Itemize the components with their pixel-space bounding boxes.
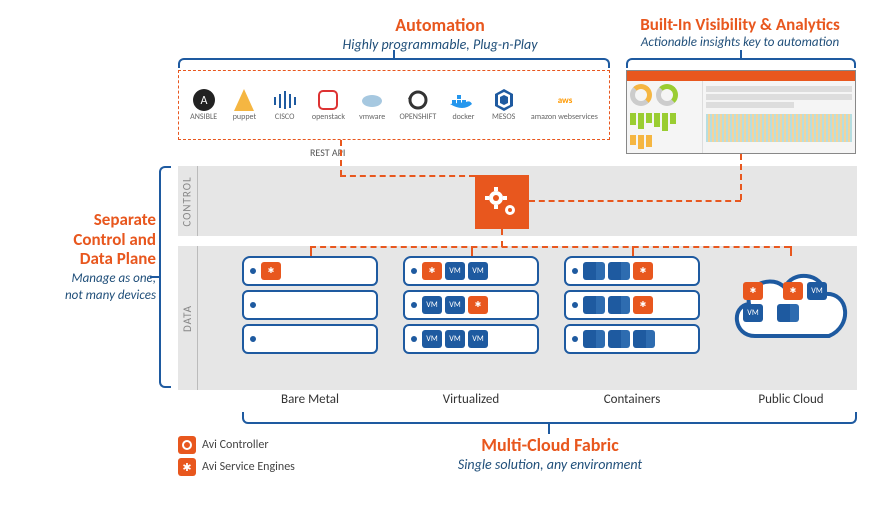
server-row: ✱ bbox=[242, 256, 378, 286]
control-plane-label: CONTROL bbox=[178, 166, 198, 236]
server-row: ✱ bbox=[564, 256, 700, 286]
legend-service-engine: ✱ Avi Service Engines bbox=[178, 458, 295, 476]
separate-sub1: Manage as one, bbox=[6, 271, 156, 286]
partner-cisco: CISCO bbox=[272, 89, 298, 122]
server-row: ✱VMVM bbox=[403, 256, 539, 286]
visibility-subtitle: Actionable insights key to automation bbox=[610, 35, 870, 50]
automation-subtitle: Highly programmable, Plug-n-Play bbox=[290, 36, 590, 53]
server-row bbox=[242, 290, 378, 320]
svg-text:aws: aws bbox=[558, 95, 573, 106]
connector bbox=[790, 246, 792, 256]
bracket-stem bbox=[548, 424, 550, 434]
visibility-title: Built-In Visibility & Analytics bbox=[610, 14, 870, 35]
server-row bbox=[242, 324, 378, 354]
env-bare-metal: ✱ bbox=[242, 256, 378, 354]
env-public-cloud: ✱✱ VMVM bbox=[725, 256, 857, 356]
server-row bbox=[564, 324, 700, 354]
separate-line3: Data Plane bbox=[6, 249, 156, 269]
connector bbox=[740, 154, 742, 200]
partner-ansible: AANSIBLE bbox=[190, 89, 217, 122]
server-row: VMVM✱ bbox=[403, 290, 539, 320]
env-label-bare-metal: Bare Metal bbox=[242, 392, 378, 407]
legend-controller: Avi Controller bbox=[178, 436, 295, 454]
gear-icon bbox=[178, 436, 196, 454]
connector bbox=[310, 246, 790, 248]
env-virtualized: ✱VMVM VMVM✱ VMVMVM bbox=[403, 256, 539, 354]
separate-planes-heading: Separate Control and Data Plane Manage a… bbox=[6, 210, 156, 303]
connector bbox=[310, 246, 312, 256]
legend: Avi Controller ✱ Avi Service Engines bbox=[178, 436, 295, 480]
partner-vmware: vmware bbox=[359, 89, 385, 122]
multicloud-subtitle: Single solution, any environment bbox=[380, 456, 720, 473]
avi-controller-icon bbox=[475, 175, 529, 229]
svg-text:A: A bbox=[200, 94, 207, 108]
connector bbox=[529, 200, 741, 202]
automation-bracket bbox=[178, 58, 610, 68]
service-engine-icon: ✱ bbox=[178, 458, 196, 476]
separate-line2: Control and bbox=[6, 230, 156, 250]
partner-puppet: puppet bbox=[231, 89, 257, 122]
env-label-containers: Containers bbox=[564, 392, 700, 407]
multicloud-title: Multi-Cloud Fabric bbox=[380, 434, 720, 456]
visibility-bracket bbox=[626, 58, 856, 68]
data-plane-label: DATA bbox=[178, 246, 198, 390]
visibility-heading: Built-In Visibility & Analytics Actionab… bbox=[610, 14, 870, 50]
partner-docker: docker bbox=[450, 89, 476, 122]
automation-title: Automation bbox=[290, 14, 590, 36]
analytics-dashboard-preview bbox=[626, 70, 856, 154]
connector bbox=[340, 140, 342, 176]
service-engine-icon: ✱ bbox=[261, 262, 281, 280]
partner-openshift: OPENSHIFT bbox=[399, 89, 436, 122]
env-label-virtualized: Virtualized bbox=[403, 392, 539, 407]
separate-line1: Separate bbox=[6, 210, 156, 230]
connector bbox=[501, 229, 503, 247]
multicloud-heading: Multi-Cloud Fabric Single solution, any … bbox=[380, 434, 720, 473]
multicloud-bracket bbox=[242, 412, 857, 424]
connector bbox=[632, 246, 634, 256]
connector bbox=[471, 246, 473, 256]
env-label-public-cloud: Public Cloud bbox=[725, 392, 857, 407]
separate-sub2: not many devices bbox=[6, 288, 156, 303]
env-containers: ✱ ✱ bbox=[564, 256, 700, 354]
server-row: VMVMVM bbox=[403, 324, 539, 354]
left-bracket bbox=[159, 166, 171, 388]
server-row: ✱ bbox=[564, 290, 700, 320]
partner-aws: awsamazon webservices bbox=[531, 89, 598, 122]
partner-openstack: openstack bbox=[312, 89, 345, 122]
connector bbox=[340, 175, 475, 177]
automation-partner-box: AANSIBLE puppet CISCO openstack vmware O… bbox=[178, 70, 610, 140]
automation-heading: Automation Highly programmable, Plug-n-P… bbox=[290, 14, 590, 53]
partner-mesos: MESOS bbox=[491, 89, 517, 122]
